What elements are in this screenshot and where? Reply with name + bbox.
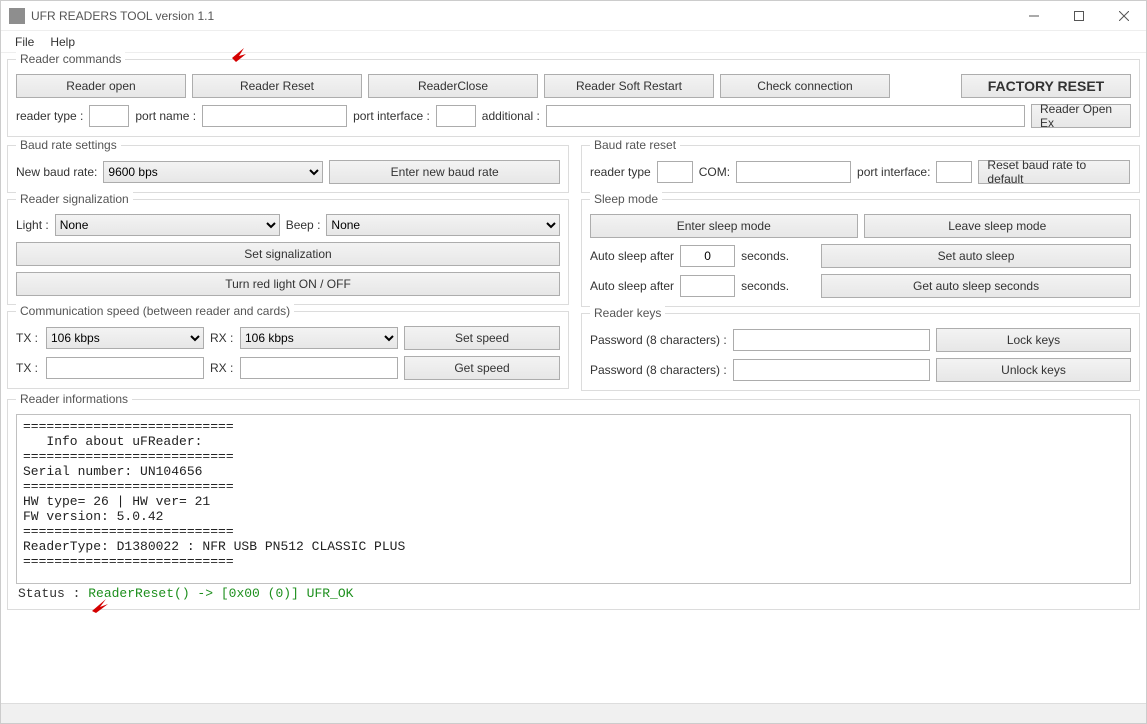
check-connection-button[interactable]: Check connection [720, 74, 890, 98]
auto-sleep-seconds-input-1[interactable] [680, 245, 735, 267]
reader-open-button[interactable]: Reader open [16, 74, 186, 98]
status-prefix: Status : [18, 586, 88, 601]
window-title: UFR READERS TOOL version 1.1 [31, 9, 214, 23]
reader-signalization-legend: Reader signalization [16, 192, 133, 206]
comm-speed-legend: Communication speed (between reader and … [16, 304, 294, 318]
baud-rate-settings-legend: Baud rate settings [16, 138, 121, 152]
port-name-input[interactable] [202, 105, 347, 127]
statusbar [1, 703, 1146, 723]
reader-commands-group: Reader commands Reader open Reader Reset… [7, 59, 1140, 137]
rx-out-label: RX : [210, 361, 234, 375]
seconds-label-1: seconds. [741, 249, 789, 263]
beep-select[interactable]: None [326, 214, 560, 236]
reader-signalization-group: Reader signalization Light : None Beep :… [7, 199, 569, 305]
reader-keys-legend: Reader keys [590, 306, 665, 320]
baud-rate-reset-group: Baud rate reset reader type COM: port in… [581, 145, 1140, 193]
status-line: Status : ReaderReset() -> [0x00 (0)] UFR… [16, 584, 1131, 601]
app-icon [9, 8, 25, 24]
port-interface-input[interactable] [436, 105, 476, 127]
rx-label: RX : [210, 331, 234, 345]
brr-port-interface-input[interactable] [936, 161, 972, 183]
password-label-1: Password (8 characters) : [590, 333, 727, 347]
menu-file[interactable]: File [7, 33, 42, 51]
enter-sleep-button[interactable]: Enter sleep mode [590, 214, 858, 238]
password-input-2[interactable] [733, 359, 930, 381]
leave-sleep-button[interactable]: Leave sleep mode [864, 214, 1132, 238]
rx-output[interactable] [240, 357, 398, 379]
tx-select[interactable]: 106 kbps [46, 327, 204, 349]
titlebar: UFR READERS TOOL version 1.1 [1, 1, 1146, 31]
auto-sleep-after-label-2: Auto sleep after [590, 279, 674, 293]
new-baud-rate-select[interactable]: 9600 bps [103, 161, 323, 183]
tx-label: TX : [16, 331, 40, 345]
brr-com-input[interactable] [736, 161, 851, 183]
brr-reader-type-label: reader type [590, 165, 651, 179]
baud-rate-settings-group: Baud rate settings New baud rate: 9600 b… [7, 145, 569, 193]
get-auto-sleep-button[interactable]: Get auto sleep seconds [821, 274, 1131, 298]
reader-close-button[interactable]: ReaderClose [368, 74, 538, 98]
enter-baud-rate-button[interactable]: Enter new baud rate [329, 160, 560, 184]
password-input-1[interactable] [733, 329, 930, 351]
sleep-mode-group: Sleep mode Enter sleep mode Leave sleep … [581, 199, 1140, 307]
sleep-mode-legend: Sleep mode [590, 192, 662, 206]
port-name-label: port name : [135, 109, 196, 123]
status-message: ReaderReset() -> [0x00 (0)] UFR_OK [88, 586, 353, 601]
beep-label: Beep : [286, 218, 321, 232]
rx-select[interactable]: 106 kbps [240, 327, 398, 349]
reader-open-ex-button[interactable]: Reader Open Ex [1031, 104, 1131, 128]
factory-reset-button[interactable]: FACTORY RESET [961, 74, 1131, 98]
tx-out-label: TX : [16, 361, 40, 375]
baud-rate-reset-legend: Baud rate reset [590, 138, 680, 152]
additional-input[interactable] [546, 105, 1025, 127]
close-button[interactable] [1101, 1, 1146, 31]
comm-speed-group: Communication speed (between reader and … [7, 311, 569, 389]
auto-sleep-seconds-input-2[interactable] [680, 275, 735, 297]
reset-baud-rate-button[interactable]: Reset baud rate to default [978, 160, 1130, 184]
light-select[interactable]: None [55, 214, 280, 236]
reader-informations-group: Reader informations ====================… [7, 399, 1140, 610]
port-interface-label: port interface : [353, 109, 430, 123]
set-signalization-button[interactable]: Set signalization [16, 242, 560, 266]
set-auto-sleep-button[interactable]: Set auto sleep [821, 244, 1131, 268]
auto-sleep-after-label-1: Auto sleep after [590, 249, 674, 263]
tx-output[interactable] [46, 357, 204, 379]
reader-commands-legend: Reader commands [16, 52, 125, 66]
brr-port-interface-label: port interface: [857, 165, 930, 179]
reader-info-text[interactable]: =========================== Info about u… [16, 414, 1131, 584]
menubar: File Help [1, 31, 1146, 53]
password-label-2: Password (8 characters) : [590, 363, 727, 377]
turn-red-light-button[interactable]: Turn red light ON / OFF [16, 272, 560, 296]
brr-reader-type-input[interactable] [657, 161, 693, 183]
reader-keys-group: Reader keys Password (8 characters) : Lo… [581, 313, 1140, 391]
reader-reset-button[interactable]: Reader Reset [192, 74, 362, 98]
reader-soft-restart-button[interactable]: Reader Soft Restart [544, 74, 714, 98]
lock-keys-button[interactable]: Lock keys [936, 328, 1131, 352]
new-baud-rate-label: New baud rate: [16, 165, 97, 179]
maximize-button[interactable] [1056, 1, 1101, 31]
menu-help[interactable]: Help [42, 33, 83, 51]
additional-label: additional : [482, 109, 540, 123]
brr-com-label: COM: [699, 165, 730, 179]
get-speed-button[interactable]: Get speed [404, 356, 560, 380]
reader-type-label: reader type : [16, 109, 83, 123]
light-label: Light : [16, 218, 49, 232]
unlock-keys-button[interactable]: Unlock keys [936, 358, 1131, 382]
reader-type-input[interactable] [89, 105, 129, 127]
set-speed-button[interactable]: Set speed [404, 326, 560, 350]
seconds-label-2: seconds. [741, 279, 789, 293]
reader-informations-legend: Reader informations [16, 392, 132, 406]
minimize-button[interactable] [1011, 1, 1056, 31]
